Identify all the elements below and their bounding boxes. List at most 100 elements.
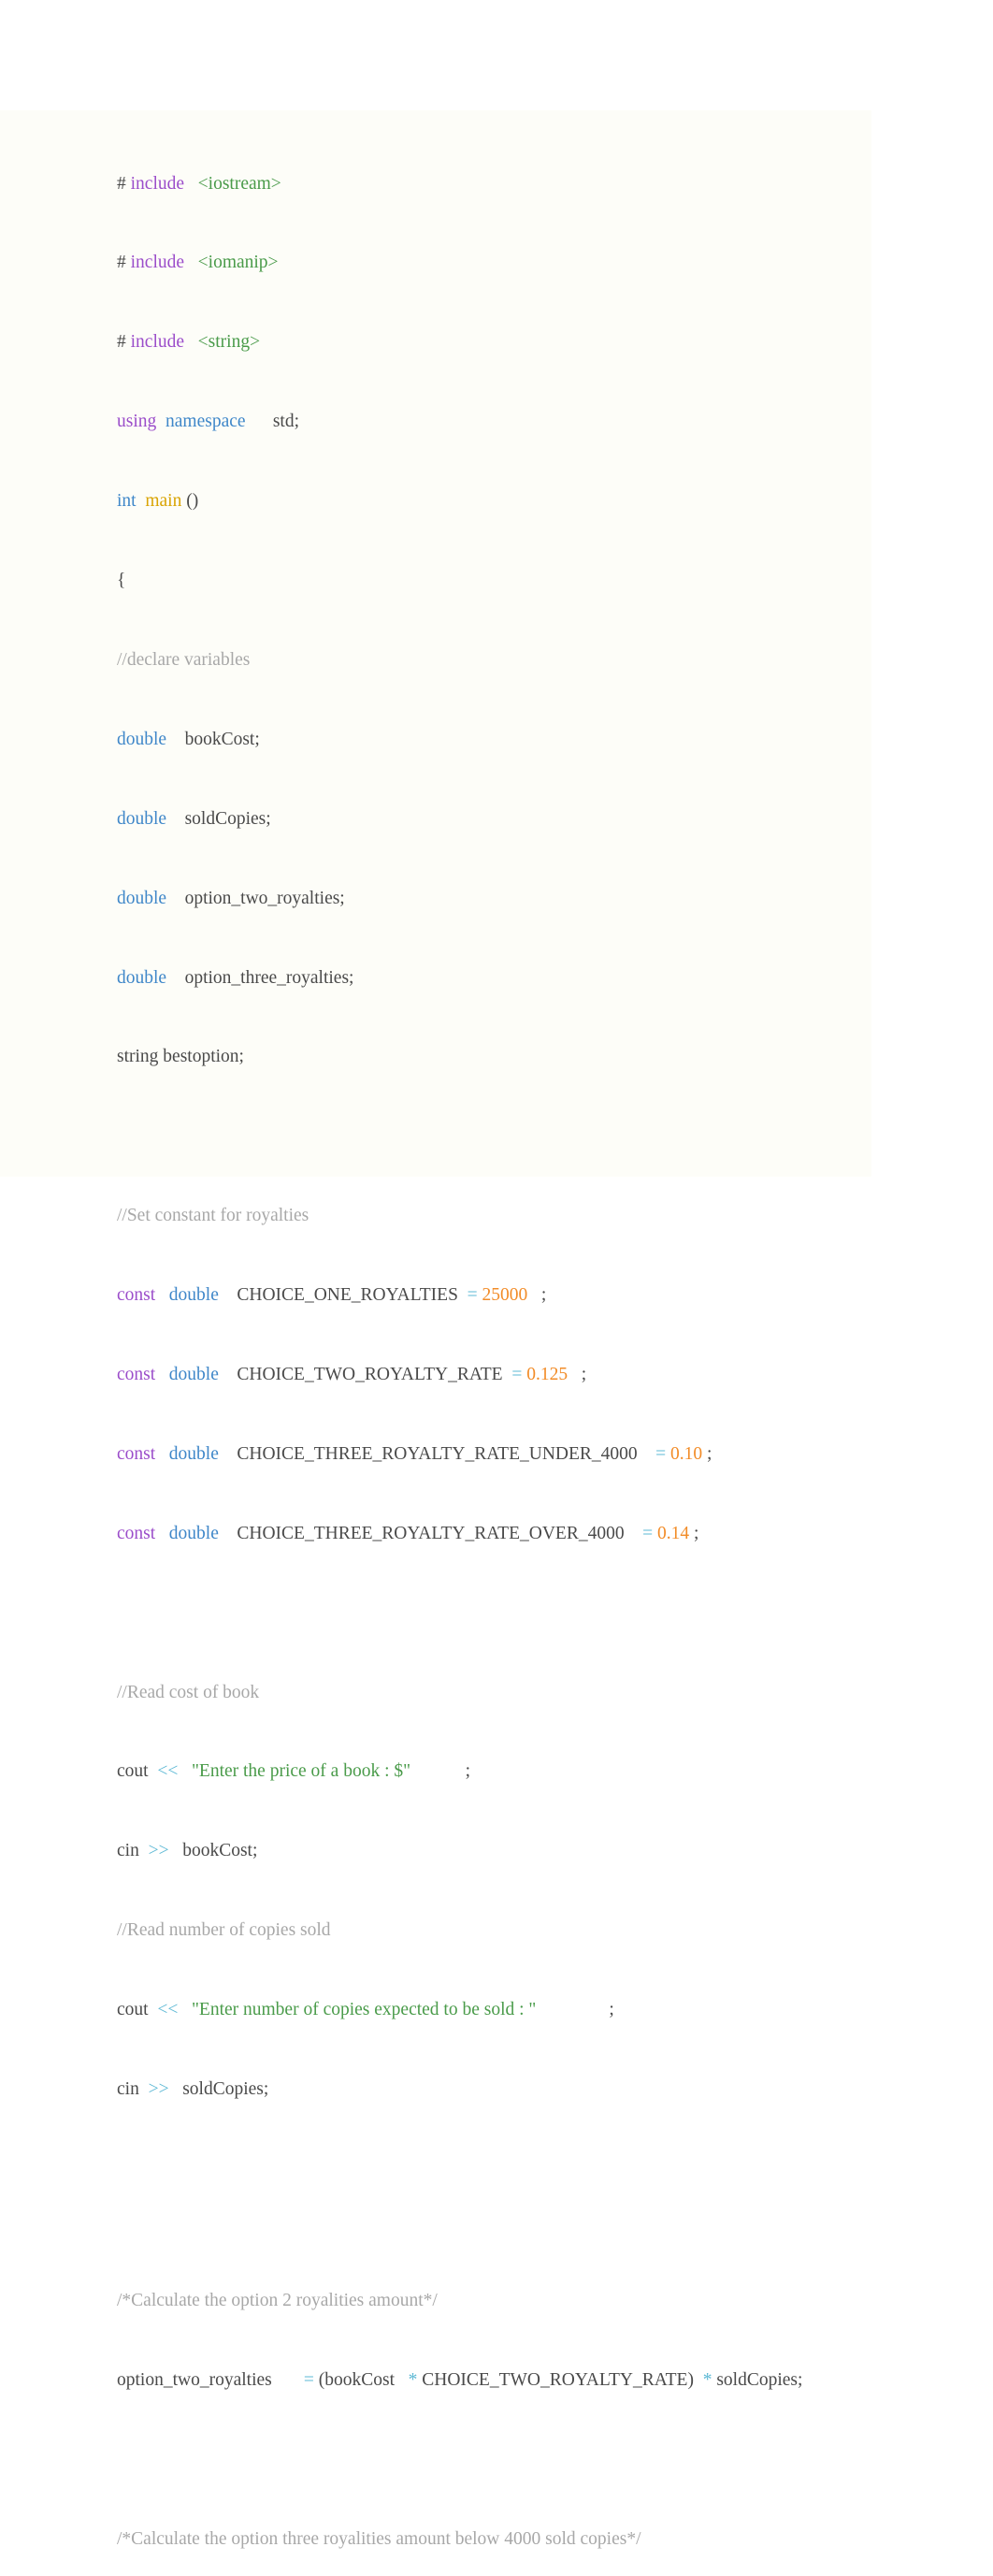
var-option-three-royalties: option_three_royalties; [184, 967, 354, 988]
include-keyword: include [130, 253, 185, 273]
const-value-0125: 0.125 [526, 1364, 568, 1384]
code-line-cin-soldcopies: cin >> soldCopies; [117, 2077, 880, 2103]
const-value-010: 0.10 [670, 1443, 703, 1464]
using-keyword: using [117, 412, 157, 432]
cin-stream: cin [117, 2078, 139, 2099]
code-line-decl-bestoption: string bestoption; [117, 1044, 880, 1070]
semicolon: ; [693, 1523, 699, 1543]
semicolon: ; [581, 1364, 587, 1384]
string-literal-copies-prompt: "Enter number of copies expected to be s… [191, 2000, 537, 2020]
const-ref-choice-two-rate: CHOICE_TWO_ROYALTY_RATE) [422, 2370, 694, 2391]
namespace-keyword: namespace [166, 412, 246, 432]
double-keyword: double [117, 888, 167, 908]
code-line-open-brace: { [117, 568, 880, 594]
comment-read-cost-of-book: //Read cost of book [117, 1682, 260, 1702]
assign-operator: = [303, 2370, 314, 2391]
header-string: <string> [197, 332, 261, 353]
code-line-cout-price-prompt: cout << "Enter the price of a book : $" … [117, 1758, 880, 1785]
code-line-const-choice-three-over: const double CHOICE_THREE_ROYALTY_RATE_O… [117, 1521, 880, 1547]
const-value-014: 0.14 [656, 1523, 690, 1543]
extraction-operator: >> [148, 1841, 169, 1861]
lhs-option-two-royalties: option_two_royalties [117, 2370, 272, 2391]
const-keyword: const [117, 1364, 156, 1384]
cout-stream: cout [117, 1761, 149, 1782]
double-keyword: double [168, 1285, 219, 1306]
double-keyword: double [117, 808, 167, 829]
code-line-decl-option-two: double option_two_royalties; [117, 886, 880, 912]
hash-token: # [117, 332, 126, 353]
comment-set-constants: //Set constant for royalties [117, 1206, 309, 1226]
expr-open-paren-bookcost: (bookCost [318, 2370, 395, 2391]
code-line-cout-copies-prompt: cout << "Enter number of copies expected… [117, 1997, 880, 2023]
code-line-const-choice-two: const double CHOICE_TWO_ROYALTY_RATE = 0… [117, 1362, 880, 1388]
assign-operator: = [642, 1523, 654, 1543]
semicolon: ; [707, 1443, 712, 1464]
assign-operator: = [511, 1364, 523, 1384]
var-soldcopies: soldCopies; [184, 808, 271, 829]
cin-stream: cin [117, 1841, 139, 1861]
const-keyword: const [117, 1285, 156, 1306]
var-string-bestoption: string bestoption; [117, 1047, 244, 1067]
assign-operator: = [467, 1285, 478, 1306]
const-value-25000: 25000 [482, 1285, 528, 1306]
semicolon: ; [465, 1761, 471, 1782]
extraction-operator: >> [148, 2078, 169, 2099]
main-parens: () [186, 491, 199, 512]
string-literal-price-prompt: "Enter the price of a book : $" [191, 1761, 411, 1782]
var-bookcost: bookCost; [184, 729, 260, 749]
insertion-operator: << [157, 1761, 179, 1782]
code-line-comment-set-constants: //Set constant for royalties [117, 1203, 880, 1229]
code-line-using-namespace: using namespace std; [117, 409, 880, 435]
const-keyword: const [117, 1523, 156, 1543]
var-soldcopies: soldCopies; [182, 2078, 269, 2099]
hash-token: # [117, 253, 126, 273]
code-line-decl-soldcopies: double soldCopies; [117, 806, 880, 832]
const-name-choice-two-royalty-rate: CHOICE_TWO_ROYALTY_RATE [237, 1364, 503, 1384]
double-keyword: double [117, 967, 167, 988]
code-line-decl-option-three: double option_three_royalties; [117, 965, 880, 991]
code-line-include-iostream: # include <iostream> [117, 171, 880, 197]
code-line-include-string: # include <string> [117, 329, 880, 355]
code-line-comment-read-cost: //Read cost of book [117, 1680, 880, 1706]
code-line-comment-declare-variables: //declare variables [117, 647, 880, 673]
var-option-two-royalties: option_two_royalties; [184, 888, 345, 908]
code-line-const-choice-three-under: const double CHOICE_THREE_ROYALTY_RATE_U… [117, 1441, 880, 1468]
main-function-name: main [145, 491, 182, 512]
comment-calculate-option-three-below: /*Calculate the option three royalities … [117, 2529, 641, 2550]
var-soldcopies: soldCopies; [716, 2370, 803, 2391]
code-line-const-choice-one: const double CHOICE_ONE_ROYALTIES = 2500… [117, 1282, 880, 1309]
code-line-main-signature: int main () [117, 488, 880, 514]
include-keyword: include [130, 332, 185, 353]
code-line-include-iomanip: # include <iomanip> [117, 250, 880, 276]
code-line-comment-calc-option-three-below: /*Calculate the option three royalities … [117, 2526, 880, 2553]
comment-calculate-option-2: /*Calculate the option 2 royalities amou… [117, 2291, 438, 2311]
comment-read-number-of-copies: //Read number of copies sold [117, 1920, 331, 1941]
insertion-operator: << [157, 2000, 179, 2020]
double-keyword: double [117, 729, 167, 749]
std-token: std; [272, 412, 299, 432]
const-name-choice-three-under-4000: CHOICE_THREE_ROYALTY_RATE_UNDER_4000 [237, 1443, 638, 1464]
multiply-operator: * [408, 2370, 418, 2391]
hash-token: # [117, 173, 126, 194]
var-bookcost: bookCost; [182, 1841, 258, 1861]
cpp-source-listing: # include <iostream> # include <iomanip>… [117, 118, 880, 2576]
comment-declare-variables: //declare variables [117, 649, 251, 670]
const-name-choice-one-royalties: CHOICE_ONE_ROYALTIES [237, 1285, 458, 1306]
const-keyword: const [117, 1443, 156, 1464]
semicolon: ; [609, 2000, 614, 2020]
semicolon: ; [540, 1285, 547, 1306]
include-keyword: include [130, 173, 185, 194]
open-brace: { [117, 571, 126, 591]
header-iostream: <iostream> [197, 173, 281, 194]
const-name-choice-three-over-4000: CHOICE_THREE_ROYALTY_RATE_OVER_4000 [237, 1523, 625, 1543]
code-line-comment-calc-option-two: /*Calculate the option 2 royalities amou… [117, 2288, 880, 2314]
double-keyword: double [168, 1364, 219, 1384]
double-keyword: double [168, 1443, 219, 1464]
assign-operator: = [655, 1443, 667, 1464]
cout-stream: cout [117, 2000, 149, 2020]
